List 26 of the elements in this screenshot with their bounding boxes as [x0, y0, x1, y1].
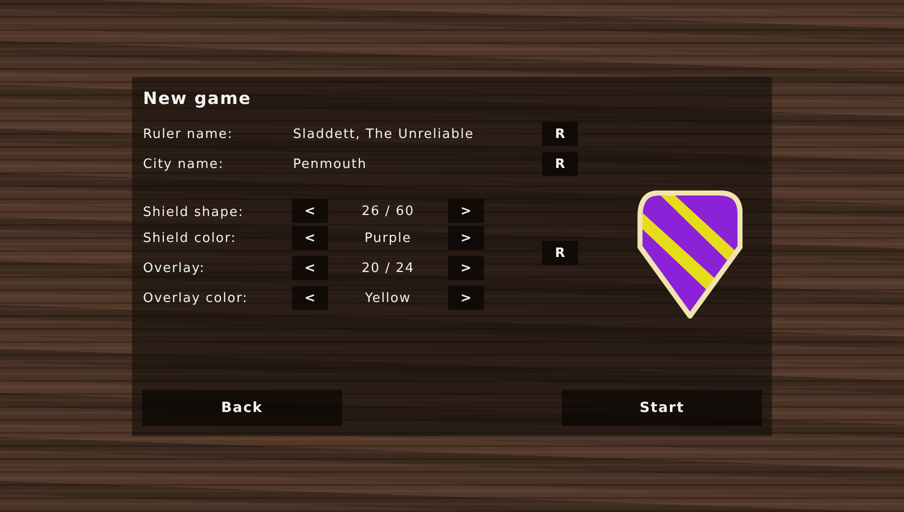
- previous-button[interactable]: <: [292, 286, 328, 310]
- next-button[interactable]: >: [448, 226, 484, 250]
- option-value: 26 / 60: [360, 204, 416, 218]
- name-value: Sladdett, The Unreliable: [292, 126, 475, 142]
- field-label: Shield shape:: [143, 205, 245, 220]
- previous-button[interactable]: <: [292, 256, 328, 280]
- next-button[interactable]: >: [448, 256, 484, 280]
- previous-button[interactable]: <: [292, 226, 328, 250]
- option-value: Purple: [363, 230, 413, 246]
- next-button[interactable]: >: [448, 286, 484, 310]
- option-value: 20 / 24: [360, 260, 416, 276]
- randomize-button[interactable]: R: [542, 152, 578, 176]
- name-value: Penmouth: [292, 156, 368, 172]
- randomize-button[interactable]: R: [542, 122, 578, 146]
- start-button[interactable]: Start: [562, 390, 762, 426]
- field-label: Shield color:: [143, 230, 238, 246]
- option-value: Yellow: [364, 290, 412, 306]
- field-label: Ruler name:: [143, 126, 234, 142]
- field-label: Overlay:: [143, 260, 206, 276]
- next-button[interactable]: >: [448, 199, 484, 223]
- field-label: City name:: [143, 156, 225, 172]
- back-button[interactable]: Back: [142, 390, 342, 426]
- field-label: Overlay color:: [143, 290, 249, 306]
- randomize-button[interactable]: R: [542, 241, 578, 265]
- previous-button[interactable]: <: [292, 199, 328, 223]
- dialog-title: New game: [143, 88, 252, 111]
